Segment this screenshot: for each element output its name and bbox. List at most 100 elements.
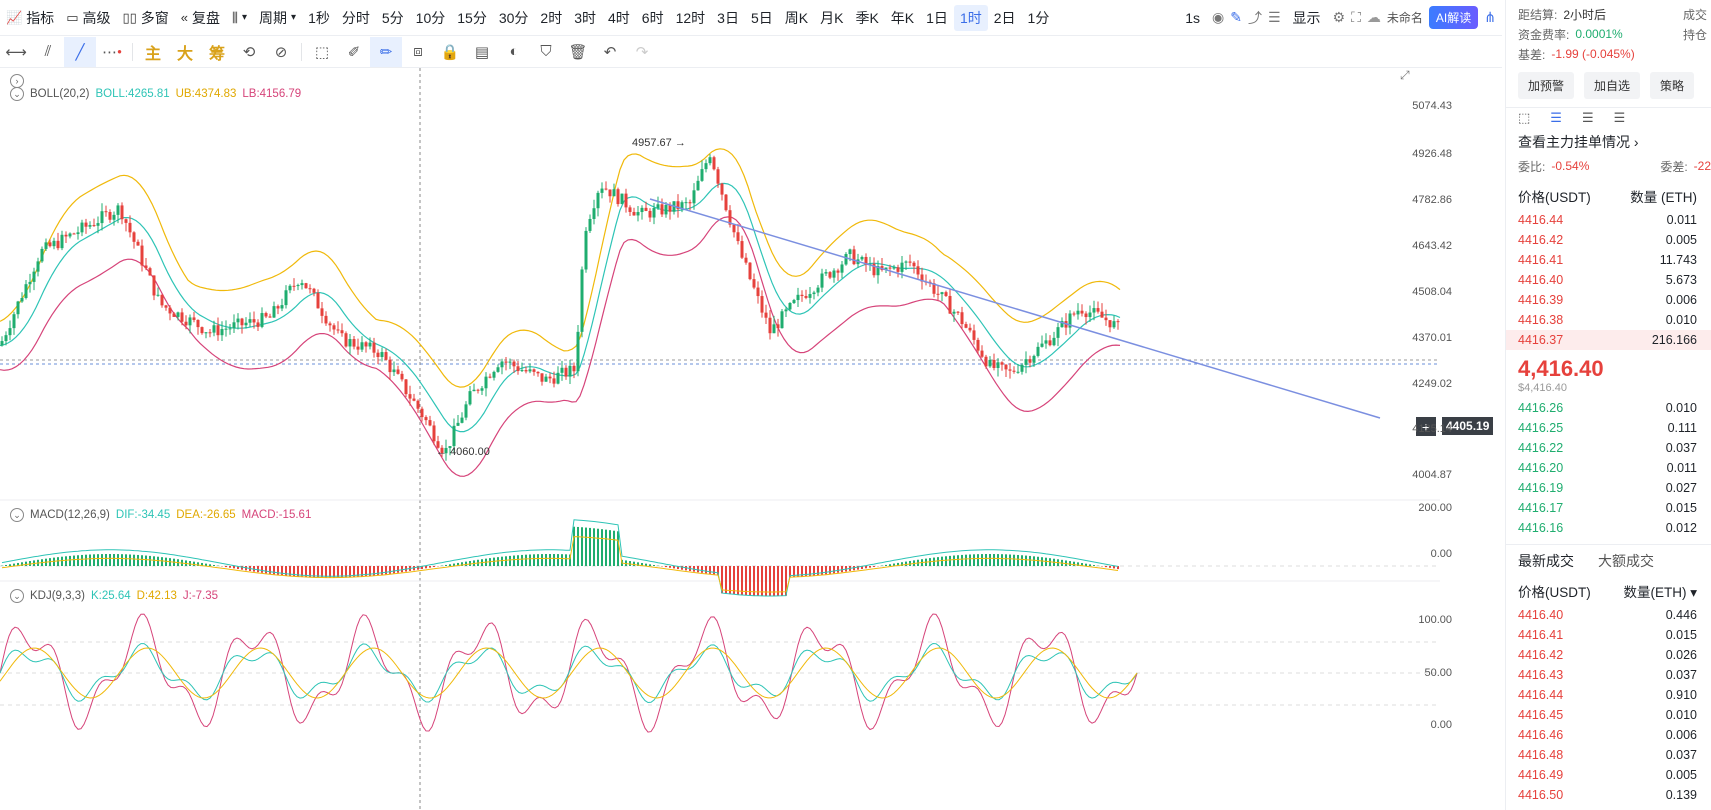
gear-icon[interactable]: ⚙ <box>1333 9 1346 26</box>
tab-large-trades[interactable]: 大额成交 <box>1598 551 1654 571</box>
eye-icon[interactable]: ◐ <box>498 37 530 67</box>
asks-row[interactable]: 4416.42 0.005 <box>1506 230 1711 250</box>
multiwindow-button[interactable]: ▯▯ 多窗 <box>116 4 174 32</box>
bids-row[interactable]: 4416.22 0.037 <box>1506 438 1711 458</box>
asks-row[interactable]: 4416.38 0.010 <box>1506 310 1711 330</box>
cursor-icon[interactable]: ⬚ <box>306 37 338 67</box>
template-icon[interactable]: ▤ <box>466 37 498 67</box>
chart-type-button[interactable]: ⫼ ▾ <box>226 4 253 32</box>
add-alert-button[interactable]: 加预警 <box>1518 72 1575 99</box>
view-list-icon[interactable]: ☰ <box>1614 110 1626 126</box>
tab-latest-trades[interactable]: 最新成交 <box>1518 551 1574 571</box>
collapse-toggle[interactable]: › <box>10 74 24 88</box>
magnet-icon[interactable]: ⧈ <box>402 37 434 67</box>
chevron-down-icon[interactable]: ⌄ <box>10 508 24 522</box>
draw-mode-icon[interactable]: ✏ <box>370 36 402 67</box>
bids-row[interactable]: 4416.26 0.010 <box>1506 398 1711 418</box>
chevron-down-icon[interactable]: ⌄ <box>10 589 24 603</box>
horizontal-line-icon[interactable]: ⟷ <box>0 37 32 67</box>
trades-row[interactable]: 4416.44 0.910 <box>1506 685 1711 705</box>
bids-row[interactable]: 4416.16 0.012 <box>1506 518 1711 538</box>
redo-icon[interactable]: ↷ <box>626 37 658 67</box>
advanced-button[interactable]: ▭ 高级 <box>60 4 116 32</box>
camera-icon[interactable]: ◉ <box>1212 9 1224 26</box>
layout-icon[interactable]: ☰ <box>1268 9 1281 26</box>
parallel-lines-icon[interactable]: ⫽ <box>32 37 64 67</box>
eraser-icon[interactable]: ✐ <box>338 37 370 67</box>
timeframe-20[interactable]: 1分 <box>1022 5 1056 31</box>
timeframe-7[interactable]: 3时 <box>568 5 602 31</box>
bids-row[interactable]: 4416.19 0.027 <box>1506 478 1711 498</box>
export-icon[interactable]: ⤴ <box>1248 8 1262 28</box>
timeframe-11[interactable]: 3日 <box>711 5 745 31</box>
timeframe-4[interactable]: 15分 <box>451 5 493 31</box>
timeframe-6[interactable]: 2时 <box>534 5 568 31</box>
trades-row[interactable]: 4416.43 0.037 <box>1506 665 1711 685</box>
strategy-button[interactable]: 策略 <box>1650 72 1695 99</box>
timeframe-17[interactable]: 1日 <box>920 5 954 31</box>
more-tools-icon[interactable]: ⋯ ● <box>96 37 128 67</box>
timeframe-16[interactable]: 年K <box>885 5 920 31</box>
view-bids-icon[interactable]: ☰ <box>1550 110 1562 126</box>
timeframe-8[interactable]: 4时 <box>602 5 636 31</box>
period-dropdown[interactable]: 周期 ▾ <box>253 4 302 32</box>
trades-row[interactable]: 4416.49 0.005 <box>1506 765 1711 785</box>
timeframe-5[interactable]: 30分 <box>493 5 535 31</box>
timeframe-1[interactable]: 分时 <box>336 5 376 31</box>
trades-row[interactable]: 4416.42 0.026 <box>1506 645 1711 665</box>
view-both-icon[interactable]: ⬚ <box>1518 110 1530 126</box>
timeframe-12[interactable]: 5日 <box>745 5 779 31</box>
big-order-button[interactable]: 大 <box>169 40 201 64</box>
trades-row[interactable]: 4416.40 0.446 <box>1506 605 1711 625</box>
timeframe-15[interactable]: 季K <box>849 5 884 31</box>
timeframe-3[interactable]: 10分 <box>410 5 452 31</box>
chart-area[interactable]: › ⌄ BOLL(20,2) BOLL:4265.81 UB:4374.83 L… <box>0 68 1502 810</box>
timeframe-2[interactable]: 5分 <box>376 5 410 31</box>
pen-icon[interactable]: ✎ <box>1230 9 1242 26</box>
timeframe-9[interactable]: 6时 <box>636 5 670 31</box>
trades-row[interactable]: 4416.45 0.010 <box>1506 705 1711 725</box>
main-indicator-button[interactable]: 主 <box>137 40 169 64</box>
ruler-icon[interactable]: ⊘ <box>265 37 297 67</box>
macd-bar <box>653 565 655 566</box>
fullscreen-icon[interactable]: ⛶ <box>1351 9 1361 26</box>
trades-row[interactable]: 4416.46 0.006 <box>1506 725 1711 745</box>
layout-name-dropdown[interactable]: 未命名 <box>1387 9 1423 26</box>
chart-canvas[interactable] <box>0 68 1502 810</box>
chip-distribution-button[interactable]: 筹 <box>201 40 233 64</box>
lock-icon[interactable]: 🔒 <box>434 37 466 67</box>
add-watchlist-button[interactable]: 加自选 <box>1584 72 1641 99</box>
timeframe-18[interactable]: 1时 <box>953 4 988 31</box>
display-button[interactable]: 显示 <box>1287 5 1327 31</box>
timeframe-0[interactable]: 1秒 <box>302 5 336 31</box>
trash-icon[interactable]: 🗑 <box>562 37 594 67</box>
asks-row[interactable]: 4416.40 5.673 <box>1506 270 1711 290</box>
asks-row[interactable]: 4416.41 11.743 <box>1506 250 1711 270</box>
undo-icon[interactable]: ↶ <box>594 37 626 67</box>
expand-icon[interactable]: ⤢ <box>1400 68 1410 83</box>
asks-row[interactable]: 4416.37 216.166 <box>1506 330 1711 350</box>
view-asks-icon[interactable]: ☰ <box>1582 110 1594 126</box>
sync-icon[interactable]: ⟲ <box>233 37 265 67</box>
asks-row[interactable]: 4416.44 0.011 <box>1506 210 1711 230</box>
chevron-down-icon[interactable]: ⌄ <box>10 87 24 101</box>
share-icon[interactable]: ⋔ <box>1484 9 1496 26</box>
trades-row[interactable]: 4416.50 0.139 <box>1506 785 1711 805</box>
asks-row[interactable]: 4416.39 0.006 <box>1506 290 1711 310</box>
timeframe-13[interactable]: 周K <box>779 5 814 31</box>
ai-button[interactable]: AI解读 <box>1428 6 1479 29</box>
timeframe-19[interactable]: 2日 <box>988 5 1022 31</box>
indicators-button[interactable]: 📈 指标 <box>0 4 60 32</box>
interval-selector[interactable]: 1s <box>1179 5 1206 31</box>
timeframe-14[interactable]: 月K <box>814 5 849 31</box>
bids-row[interactable]: 4416.25 0.111 <box>1506 418 1711 438</box>
bids-row[interactable]: 4416.17 0.015 <box>1506 498 1711 518</box>
orderbook-title[interactable]: 查看主力挂单情况 › <box>1506 128 1711 156</box>
trades-row[interactable]: 4416.41 0.015 <box>1506 625 1711 645</box>
filter-icon[interactable]: ⛉ <box>530 37 562 67</box>
timeframe-10[interactable]: 12时 <box>670 5 712 31</box>
replay-button[interactable]: «复盘 <box>175 4 226 32</box>
bids-row[interactable]: 4416.20 0.011 <box>1506 458 1711 478</box>
trend-line-icon[interactable]: ╱ <box>64 36 96 67</box>
trades-row[interactable]: 4416.48 0.037 <box>1506 745 1711 765</box>
